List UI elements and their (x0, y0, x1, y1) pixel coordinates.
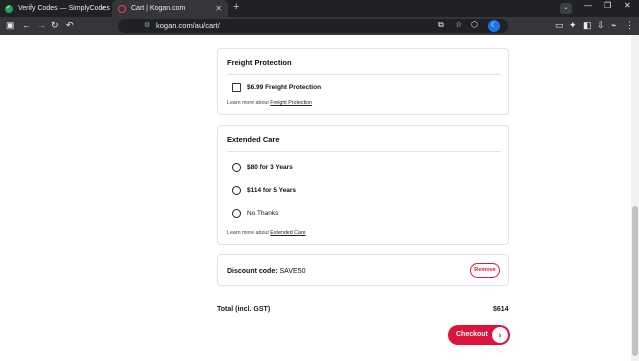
close-tab-icon[interactable]: ✕ (215, 4, 222, 13)
freight-learn-more: Learn more about Freight Protection (227, 100, 312, 106)
freight-protection-link[interactable]: Freight Protection (270, 100, 312, 106)
total-value: $614 (493, 306, 509, 313)
extended-care-5-years-radio[interactable] (232, 186, 241, 195)
dark-mode-extension-icon[interactable]: ☾ (488, 20, 500, 32)
tab-actions-icon[interactable]: ▣ (6, 20, 15, 31)
restore-button[interactable]: ❐ (604, 1, 611, 10)
bookmark-star-icon[interactable]: ☆ (455, 20, 462, 29)
split-view-icon[interactable]: ◧ (583, 20, 592, 31)
total-label: Total (incl. GST) (217, 306, 271, 313)
divider (227, 74, 501, 75)
remove-discount-button[interactable]: Remove (470, 263, 500, 278)
undo-icon[interactable]: ↶ (66, 20, 74, 31)
extended-care-title: Extended Care (227, 135, 280, 144)
new-tab-button[interactable]: + (233, 1, 239, 13)
discount-code-card: Discount code: SAVE50 Remove (217, 254, 509, 286)
extended-care-card: Extended Care $80 for 3 Years $114 for 5… (217, 125, 509, 245)
freight-protection-checkbox[interactable] (232, 83, 241, 92)
site-info-icon[interactable]: ⚙ (144, 21, 150, 29)
freight-protection-option-label[interactable]: $6.99 Freight Protection (247, 84, 321, 91)
reload-icon[interactable]: ↻ (51, 20, 59, 31)
learn-more-text: Learn more about (227, 100, 271, 106)
close-tab-icon[interactable]: ✕ (99, 4, 106, 13)
extended-care-no-thanks-radio[interactable] (232, 209, 241, 218)
scrollbar-thumb[interactable] (632, 206, 638, 356)
discount-code-value: SAVE50 (279, 268, 306, 275)
extended-care-no-thanks-label[interactable]: No Thanks (247, 210, 278, 217)
extension-shield-icon[interactable]: ⬡ (471, 20, 478, 29)
sidebar-icon[interactable]: ▭ (555, 20, 564, 31)
page-scrollbar[interactable] (631, 35, 639, 361)
forward-icon[interactable]: → (37, 20, 46, 31)
extended-care-3-years-radio[interactable] (232, 163, 241, 172)
tab-kogan-cart[interactable]: Cart | Kogan.com ✕ (112, 0, 228, 17)
menu-icon[interactable]: ⋮ (625, 20, 634, 31)
kogan-favicon-icon (118, 4, 126, 13)
download-icon[interactable]: ⇩ (597, 20, 605, 31)
minimize-button[interactable]: — (584, 1, 592, 10)
address-bar[interactable]: ⚙ kogan.com/au/cart/ ⧉ ☆ ⬡ ☾ (118, 19, 508, 33)
screenshot-icon[interactable]: ⧉ (438, 20, 444, 30)
tab-title: Verify Codes — SimplyCodes (18, 5, 110, 12)
checkout-button[interactable]: Checkout › (448, 325, 510, 345)
browser-tab-bar: Verify Codes — SimplyCodes ✕ Cart | Koga… (0, 0, 639, 17)
divider (227, 151, 501, 152)
address-url[interactable]: kogan.com/au/cart/ (156, 21, 220, 30)
chevron-right-icon[interactable]: › (492, 327, 508, 343)
learn-more-text: Learn more about (227, 230, 271, 236)
freight-protection-card: Freight Protection $6.99 Freight Protect… (217, 48, 509, 115)
extensions-puzzle-icon[interactable]: ✦ (569, 20, 577, 31)
tab-title: Cart | Kogan.com (131, 5, 186, 12)
tab-search-dropdown-icon[interactable]: ⌄ (560, 3, 572, 14)
extended-care-5-years-label[interactable]: $114 for 5 Years (247, 187, 296, 194)
close-window-button[interactable]: ✕ (624, 1, 631, 10)
back-icon[interactable]: ← (22, 20, 31, 31)
checkout-label[interactable]: Checkout (456, 331, 488, 338)
freight-protection-title: Freight Protection (227, 58, 292, 67)
browser-toolbar: ▣ ← → ↻ ↶ ⌂ ⚙ kogan.com/au/cart/ ⧉ ☆ ⬡ ☾… (0, 17, 639, 35)
discount-code-label: Discount code: (227, 268, 278, 275)
vpn-icon[interactable]: ⌁ (611, 20, 616, 31)
discount-code-text: Discount code: SAVE50 (227, 268, 305, 275)
extended-care-link[interactable]: Extended Care (270, 230, 305, 236)
extended-care-3-years-label[interactable]: $80 for 3 Years (247, 164, 293, 171)
extended-learn-more: Learn more about Extended Care (227, 230, 306, 236)
tab-simplycodes[interactable]: Verify Codes — SimplyCodes ✕ (0, 0, 112, 17)
simplycodes-favicon-icon (5, 4, 13, 13)
